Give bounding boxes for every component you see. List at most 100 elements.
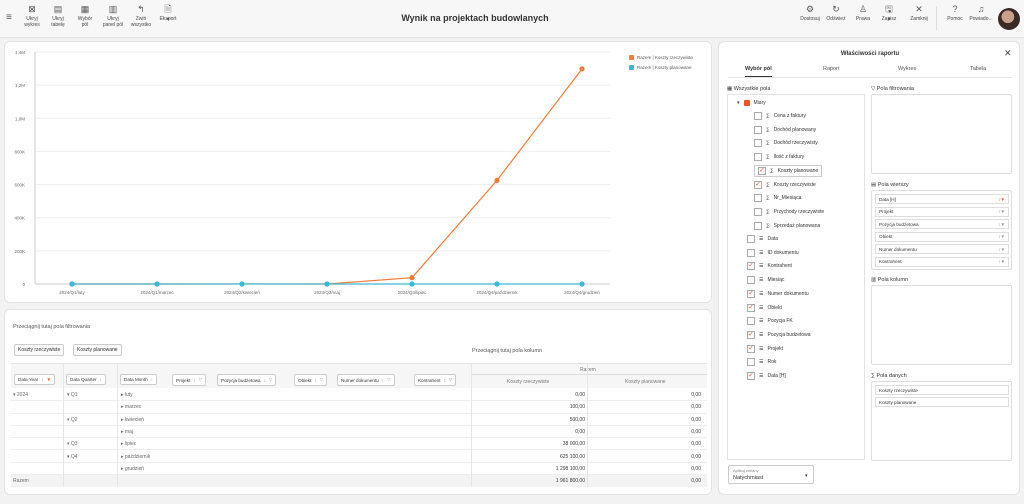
close-button[interactable]: ✕ Zamknij (907, 4, 931, 22)
sort-filter-icon[interactable]: ↕▼ (998, 247, 1005, 252)
filter-drop-hint[interactable]: Przeciągnij tutaj pola filtrowania (13, 324, 90, 330)
row-header-kontrahent[interactable]: Kontrahent ↕ ▽ (414, 374, 457, 386)
dimension-item[interactable]: ✓ ☰ Projekt (747, 343, 783, 355)
tab-report[interactable]: Raport (823, 66, 840, 72)
measure-item[interactable]: ∑ Ilość z faktury (754, 151, 804, 163)
tab-field-select[interactable]: Wybór pól (745, 66, 772, 77)
dimension-item[interactable]: ☰ Pozycja FK (747, 315, 793, 327)
properties-close-icon[interactable]: ✕ (1004, 48, 1012, 59)
filter-fields-drop[interactable] (871, 94, 1012, 174)
legend-item-actual[interactable]: Razem | Koszty rzeczywiste (629, 55, 693, 60)
customize-button[interactable]: ⚙ Dostosuj (798, 4, 822, 22)
checkbox[interactable] (747, 276, 755, 285)
dimension-item[interactable]: ☰ ID dokumentu (747, 247, 799, 259)
refresh-button[interactable]: ↻ Odśwież (824, 4, 848, 22)
dimension-item[interactable]: ✓ ☰ Pozycja budżetowa (747, 329, 811, 341)
row-field-item[interactable]: Data [H] ↕▼ (875, 194, 1009, 204)
row-header-data-year[interactable]: Data Year ↕ ▼ (14, 374, 56, 385)
hide-table-button[interactable]: ▤ Ukryj tabelę (47, 4, 69, 28)
checkbox[interactable]: ✓ (747, 330, 755, 339)
measure-item[interactable]: ∑ Przychody rzeczywiste (754, 206, 824, 218)
dimension-item[interactable]: ✓ ☰ Obiekt (747, 302, 782, 314)
data-field-actual[interactable]: Koszty rzeczywiste (875, 385, 1009, 395)
sort-icon[interactable]: ↕ (264, 378, 266, 383)
sort-icon[interactable]: ↕ (41, 377, 43, 382)
checkbox[interactable]: ✓ (747, 289, 755, 298)
checkbox[interactable]: ✓ (747, 262, 755, 271)
tab-table[interactable]: Tabela (970, 66, 986, 72)
checkbox[interactable] (754, 194, 762, 203)
row-header-pozycja-budzetowa[interactable]: Pozycja budżetowa ↕ ▽ (217, 374, 277, 386)
collapse-all-button[interactable]: ↰ Zwiń wszystko (129, 4, 153, 28)
column-drop-hint[interactable]: Przeciągnij tutaj pola kolumn (472, 348, 542, 354)
hide-field-panel-button[interactable]: ▥ Ukryj panel pól (100, 4, 126, 28)
row-header-data-quarter[interactable]: Data Quarter ↕ (66, 374, 106, 385)
avatar[interactable] (998, 8, 1020, 30)
checkbox[interactable]: ✓ (747, 344, 755, 353)
filter-icon[interactable]: ▽ (320, 377, 324, 383)
measure-item[interactable]: ∑ Cena z faktury (754, 110, 806, 122)
sort-icon[interactable]: ↕ (193, 378, 195, 383)
checkbox[interactable] (754, 221, 762, 230)
rights-button[interactable]: ♙ Prawa (852, 4, 874, 22)
checkbox[interactable] (747, 317, 755, 326)
checkbox[interactable] (747, 358, 755, 367)
measure-item[interactable]: ∑ Dochód rzeczywisty (754, 137, 818, 149)
menu-icon[interactable]: ≡ (6, 12, 12, 23)
month-cell[interactable]: ▸ maj (121, 429, 133, 435)
column-fields-drop[interactable] (871, 285, 1012, 365)
month-cell[interactable]: ▸ kwiecień (121, 417, 144, 423)
checkbox[interactable]: ✓ (758, 166, 766, 175)
export-button[interactable]: 🗎▾ Eksport (156, 4, 180, 24)
checkbox[interactable] (754, 139, 762, 148)
quarter-cell[interactable]: ▾ Q4 (67, 454, 78, 460)
sort-icon[interactable]: ↕ (314, 378, 316, 383)
filter-icon[interactable]: ▽ (387, 377, 391, 383)
month-cell[interactable]: ▸ październik (121, 454, 150, 460)
measure-item[interactable]: ∑ Dochód planowany (754, 124, 816, 136)
value-chip-actual[interactable]: Koszty rzeczywiste (14, 344, 65, 356)
dimension-item[interactable]: ☰ Rok (747, 356, 776, 368)
sort-filter-icon[interactable]: ↕▼ (998, 259, 1005, 264)
row-header-obiekt[interactable]: Obiekt ↕ ▽ (294, 374, 328, 386)
help-button[interactable]: ? Pomoc (944, 4, 966, 22)
checkbox[interactable]: ✓ (747, 372, 755, 380)
measure-item[interactable]: ✓ ∑ Koszty planowane (754, 164, 823, 177)
checkbox[interactable] (754, 125, 762, 134)
quarter-cell[interactable]: ▾ Q1 (67, 392, 78, 398)
row-header-projekt[interactable]: Projekt ↕ ▽ (172, 374, 207, 386)
month-cell[interactable]: ▸ lipiec (121, 441, 136, 447)
quarter-cell[interactable]: ▾ Q3 (67, 441, 78, 447)
checkbox[interactable] (754, 207, 762, 216)
row-field-item[interactable]: Numer dokumentu ↕▼ (875, 244, 1009, 254)
caret-down-icon[interactable]: ▾ (737, 100, 740, 106)
dimension-item[interactable]: ☰ Miesiąc (747, 274, 784, 286)
dimension-item[interactable]: ✓ ☰ Kontrahent (747, 260, 792, 272)
dimension-item[interactable]: ✓ ☰ Data [H] (747, 370, 786, 382)
sort-filter-icon[interactable]: ↕▼ (998, 197, 1005, 202)
filter-active-icon[interactable]: ▼ (46, 377, 51, 382)
sort-filter-icon[interactable]: ↕▼ (998, 222, 1005, 227)
filter-icon[interactable]: ▽ (449, 377, 453, 383)
hide-chart-button[interactable]: ⊠ Ukryj wykres (22, 4, 42, 28)
measure-item[interactable]: ∑ Nr_Miesiąca (754, 192, 801, 204)
checkbox[interactable]: ✓ (754, 180, 762, 189)
save-button[interactable]: 🖫▾ Zapisz (877, 4, 901, 24)
checkbox[interactable] (747, 235, 755, 243)
apply-changes-select[interactable]: Aplikuj zmiany Natychmiast ▾ (728, 465, 814, 484)
field-select-button[interactable]: ▦ Wybór pól (74, 4, 96, 28)
checkbox[interactable] (754, 112, 762, 120)
value-chip-planned[interactable]: Koszty planowane (73, 344, 122, 356)
filter-icon[interactable]: ▽ (199, 377, 203, 383)
tab-chart[interactable]: Wykres (898, 66, 916, 72)
month-cell[interactable]: ▸ marzec (121, 404, 141, 410)
quarter-cell[interactable]: ▾ Q2 (67, 417, 78, 423)
row-field-item[interactable]: Obiekt ↕▼ (875, 231, 1009, 242)
measure-item[interactable]: ∑ Sprzedaż planowana (754, 220, 820, 232)
sort-icon[interactable]: ↕ (443, 378, 445, 383)
measures-group[interactable]: ▾ Miary (737, 97, 766, 109)
sort-icon[interactable]: ↕ (100, 377, 102, 382)
row-header-data-month[interactable]: Data Month ↕ (120, 374, 158, 385)
sort-icon[interactable]: ↕ (151, 377, 153, 382)
sort-icon[interactable]: ↕ (382, 378, 384, 383)
